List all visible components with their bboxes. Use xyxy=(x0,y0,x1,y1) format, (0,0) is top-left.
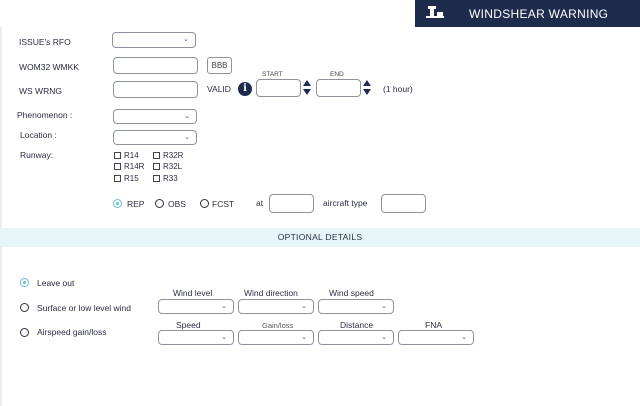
chevron-down-icon: ⌄ xyxy=(301,333,307,341)
end-label: END xyxy=(330,71,344,78)
optional-details-title: OPTIONAL DETAILS xyxy=(277,232,363,242)
leave-out-label: Leave out xyxy=(37,278,75,288)
arrow-down-icon[interactable] xyxy=(303,89,311,95)
checkbox-icon[interactable] xyxy=(153,163,160,171)
airspeed-label: Airspeed gain/loss xyxy=(37,327,107,337)
bbb-button[interactable]: BBB xyxy=(207,57,232,74)
checkbox-icon[interactable] xyxy=(114,163,121,171)
chevron-down-icon: ⌄ xyxy=(183,36,189,43)
arrow-up-icon[interactable] xyxy=(303,80,311,86)
at-time-input[interactable] xyxy=(269,194,314,213)
at-label: at xyxy=(256,198,264,208)
issuer-select[interactable]: ⌄ xyxy=(112,32,196,48)
info-icon[interactable]: i xyxy=(238,82,252,96)
gain-loss-label: Gain/loss xyxy=(262,321,294,330)
end-spinner[interactable] xyxy=(363,80,371,95)
leave-out-radio[interactable] xyxy=(20,278,29,287)
page-title: WINDSHEAR WARNING xyxy=(469,7,609,21)
distance-select[interactable]: ⌄ xyxy=(318,330,394,345)
start-spinner[interactable] xyxy=(303,80,311,95)
aircraft-type-input[interactable] xyxy=(381,194,426,213)
rep-radio[interactable] xyxy=(113,199,122,208)
ws-wrng-input[interactable] xyxy=(113,81,198,98)
issuer-label: ISSUE's RFO xyxy=(19,37,71,47)
chevron-down-icon: ⌄ xyxy=(221,302,227,310)
runway-checkbox[interactable]: R15 xyxy=(114,174,139,183)
runway-label: Runway: xyxy=(20,150,54,160)
runway-checkbox[interactable]: R14R xyxy=(114,162,144,171)
header-code-label: WOM32 WMKK xyxy=(19,62,79,72)
surface-wind-label: Surface or low level wind xyxy=(37,303,132,313)
location-select[interactable]: ⌄ xyxy=(113,130,197,145)
valid-start-input[interactable] xyxy=(256,79,301,97)
distance-label: Distance xyxy=(340,320,374,330)
checkbox-icon[interactable] xyxy=(153,175,160,183)
chevron-down-icon: ⌄ xyxy=(461,333,467,341)
gain-loss-select[interactable]: ⌄ xyxy=(238,330,314,345)
wind-level-select[interactable]: ⌄ xyxy=(158,299,234,314)
checkbox-icon[interactable] xyxy=(114,175,121,183)
fna-select[interactable]: ⌄ xyxy=(398,330,474,345)
phenomenon-label: Phenomenon : xyxy=(17,110,73,120)
runway-checkbox[interactable]: R32L xyxy=(153,162,182,171)
obs-label: OBS xyxy=(168,199,186,209)
fcst-radio[interactable] xyxy=(200,199,209,208)
ws-wrng-label: WS WRNG xyxy=(19,86,62,96)
chevron-down-icon: ⌄ xyxy=(184,133,190,141)
duration-text: (1 hour) xyxy=(383,84,413,94)
checkbox-icon[interactable] xyxy=(153,152,160,160)
fcst-label: FCST xyxy=(212,199,235,209)
checkbox-icon[interactable] xyxy=(114,152,121,160)
airport-tower-icon xyxy=(426,6,444,18)
obs-radio[interactable] xyxy=(155,199,164,208)
chevron-down-icon: ⌄ xyxy=(381,333,387,341)
rep-label: REP xyxy=(127,199,145,209)
runway-checkbox[interactable]: R32R xyxy=(153,151,183,160)
header-code-input[interactable] xyxy=(113,57,198,74)
fna-label: FNA xyxy=(425,320,442,330)
valid-label: VALID xyxy=(207,84,231,94)
valid-end-input[interactable] xyxy=(316,79,361,97)
phenomenon-select[interactable]: ⌄ xyxy=(113,109,197,124)
chevron-down-icon: ⌄ xyxy=(381,302,387,310)
wind-speed-select[interactable]: ⌄ xyxy=(318,299,394,314)
runway-checkbox[interactable]: R14 xyxy=(114,151,139,160)
aircraft-type-label: aircraft type xyxy=(323,198,368,208)
chevron-down-icon: ⌄ xyxy=(221,333,227,341)
airspeed-radio[interactable] xyxy=(20,328,29,337)
surface-wind-radio[interactable] xyxy=(20,303,29,312)
speed-select[interactable]: ⌄ xyxy=(158,330,234,345)
chevron-down-icon: ⌄ xyxy=(184,112,190,120)
chevron-down-icon: ⌄ xyxy=(301,302,307,310)
wind-direction-label: Wind direction xyxy=(244,288,298,298)
arrow-down-icon[interactable] xyxy=(363,89,371,95)
location-label: Location : xyxy=(20,130,57,140)
wind-level-label: Wind level xyxy=(173,288,213,298)
arrow-up-icon[interactable] xyxy=(363,80,371,86)
speed-label: Speed xyxy=(176,320,201,330)
left-border xyxy=(0,27,2,406)
wind-direction-select[interactable]: ⌄ xyxy=(238,299,314,314)
runway-checkbox[interactable]: R33 xyxy=(153,174,178,183)
wind-speed-label: Wind speed xyxy=(329,288,374,298)
start-label: START xyxy=(262,71,283,78)
